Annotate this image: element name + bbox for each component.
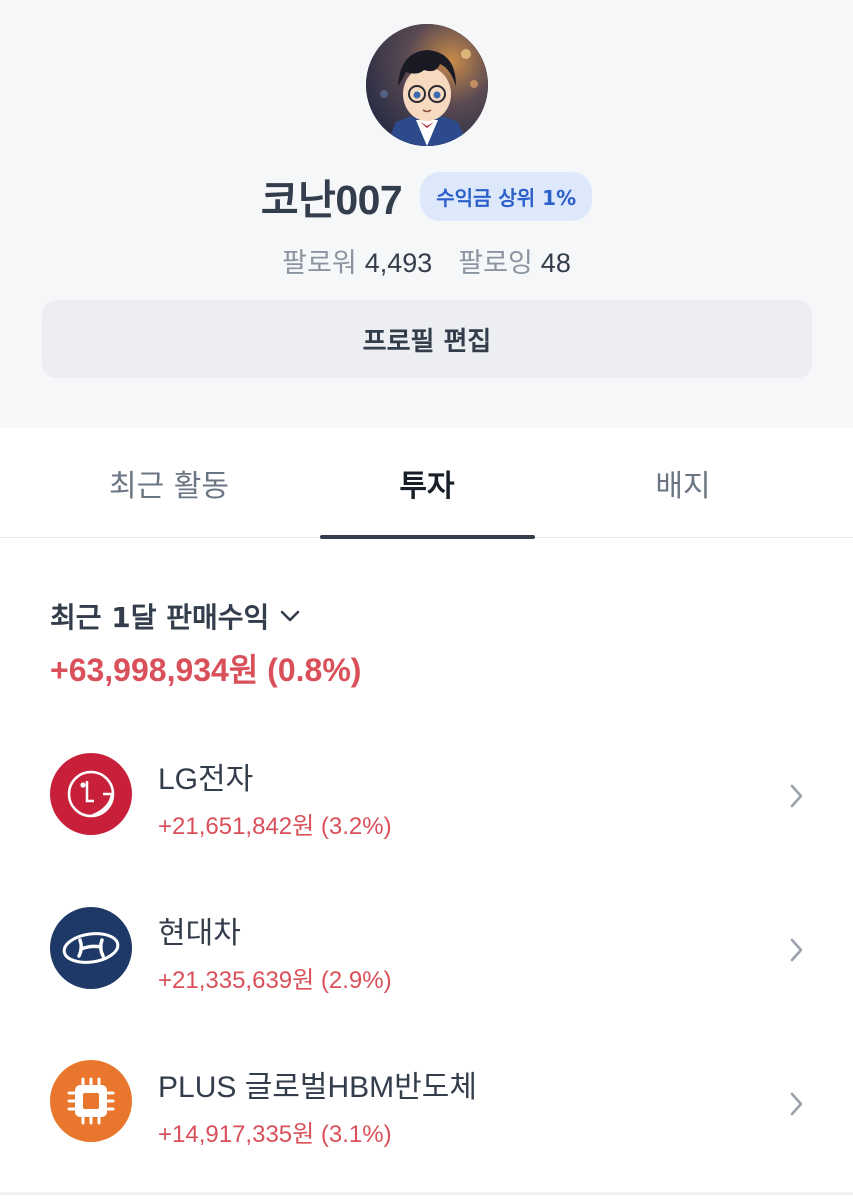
edit-profile-button[interactable]: 프로필 편집 <box>42 300 812 378</box>
chevron-right-icon <box>790 1092 803 1116</box>
following-count: 48 <box>540 247 571 278</box>
holding-profit: +21,335,639원 (2.9%) <box>158 967 392 994</box>
profile-header: 코난007 수익금 상위 1% 팔로워 4,493 팔로잉 48 프로필 편집 <box>0 0 853 428</box>
holding-name: LG전자 <box>158 763 254 796</box>
period-selector[interactable]: 최근 1달 판매수익 <box>50 596 301 636</box>
username: 코난007 <box>260 177 403 223</box>
chevron-right-icon <box>790 784 803 808</box>
list-item[interactable]: LG전자 +21,651,842원 (3.2%) <box>0 720 853 870</box>
chevron-right-icon <box>790 938 803 962</box>
hyundai-logo-icon <box>50 907 132 989</box>
tab-bar: 최근 활동 투자 배지 <box>0 428 853 539</box>
following-stat[interactable]: 팔로잉 48 <box>458 241 571 280</box>
holding-name: PLUS 글로벌HBM반도체 <box>158 1071 477 1104</box>
divider <box>0 1192 853 1195</box>
holding-name: 현대차 <box>158 917 241 950</box>
active-tab-indicator <box>320 535 535 539</box>
following-label: 팔로잉 <box>458 247 533 278</box>
holding-profit: +21,651,842원 (3.2%) <box>158 813 392 840</box>
summary-label: 최근 1달 판매수익 <box>50 601 270 634</box>
list-item[interactable]: 현대차 +21,335,639원 (2.9%) <box>0 874 853 1024</box>
chevron-down-icon <box>281 610 300 622</box>
tab-investment[interactable]: 투자 <box>320 428 534 538</box>
followers-stat[interactable]: 팔로워 4,493 <box>282 241 432 280</box>
avatar-image <box>366 24 488 146</box>
followers-label: 팔로워 <box>282 247 357 278</box>
lg-logo-icon <box>50 753 132 835</box>
rank-badge: 수익금 상위 1% <box>420 171 593 221</box>
chip-icon <box>50 1060 132 1142</box>
followers-count: 4,493 <box>364 247 433 278</box>
list-item[interactable]: PLUS 글로벌HBM반도체 +14,917,335원 (3.1%) <box>0 1028 853 1178</box>
avatar[interactable] <box>366 24 488 146</box>
summary-profit: +63,998,934원 (0.8%) <box>50 652 362 688</box>
follow-stats: 팔로워 4,493 팔로잉 48 <box>0 240 853 280</box>
tab-recent-activity[interactable]: 최근 활동 <box>62 428 276 538</box>
tab-badges[interactable]: 배지 <box>576 428 790 538</box>
holding-profit: +14,917,335원 (3.1%) <box>158 1121 392 1148</box>
name-row: 코난007 수익금 상위 1% <box>0 166 853 226</box>
